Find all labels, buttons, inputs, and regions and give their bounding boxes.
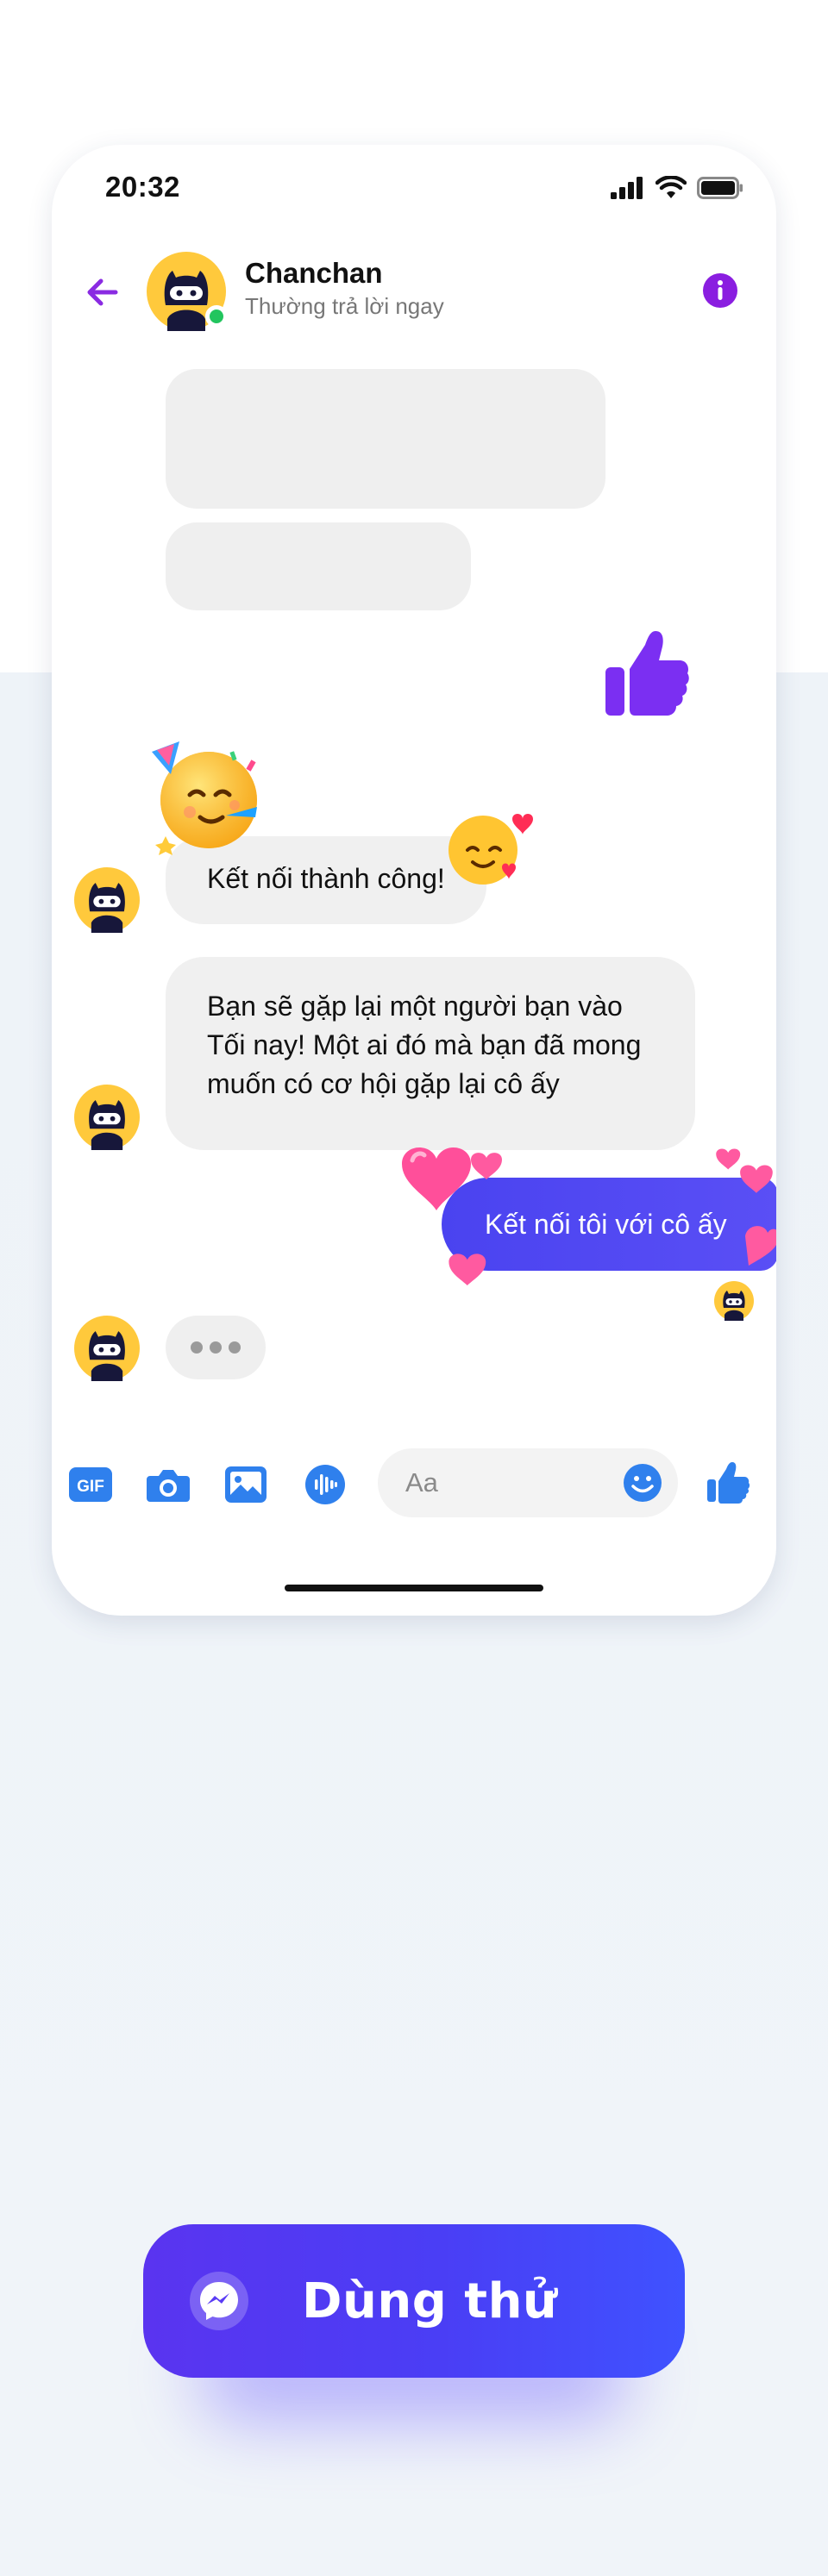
status-bar: 20:32: [52, 145, 776, 240]
wifi-icon: [656, 176, 687, 198]
message-composer: GIF: [52, 1440, 776, 1526]
status-icons: [611, 176, 743, 200]
incoming-message[interactable]: Bạn sẽ gặp lại một người bạn vào Tối nay…: [166, 957, 695, 1150]
battery-icon: [697, 177, 743, 199]
phone-frame: 20:32 Chanchan Thường trả lời ngay Kết n…: [52, 145, 776, 1616]
typing-indicator: [166, 1316, 266, 1379]
thumbs-up-icon[interactable]: [706, 1462, 752, 1504]
typing-dot: [191, 1341, 203, 1354]
home-indicator: [285, 1585, 543, 1591]
messenger-icon: [190, 2272, 248, 2330]
bot-avatar: [74, 1085, 140, 1150]
typing-dot: [210, 1341, 222, 1354]
try-now-button[interactable]: Dùng thử: [143, 2224, 685, 2378]
heart-icon: [745, 1226, 776, 1266]
cta-label: Dùng thử: [302, 2273, 558, 2329]
online-indicator: [205, 305, 228, 328]
bot-avatar: [74, 1316, 140, 1381]
smiling-hearts-emoji: [448, 814, 533, 885]
back-arrow-icon[interactable]: [78, 271, 129, 314]
message-placeholder: [166, 369, 605, 509]
thumbs-up-icon: [605, 631, 689, 716]
contact-status: Thường trả lời ngay: [245, 293, 444, 319]
image-icon[interactable]: [223, 1464, 269, 1505]
signal-icon: [611, 177, 643, 199]
chat-header: Chanchan Thường trả lời ngay: [52, 240, 776, 343]
contact-name[interactable]: Chanchan: [245, 257, 383, 290]
info-icon[interactable]: [699, 269, 742, 312]
gif-label: GIF: [77, 1478, 104, 1496]
smiley-icon[interactable]: [623, 1463, 662, 1503]
heart-icon: [740, 1165, 773, 1193]
heart-icon: [471, 1153, 502, 1179]
status-time: 20:32: [105, 171, 180, 203]
message-placeholder: [166, 522, 471, 610]
party-face-emoji: [152, 741, 257, 855]
gif-button[interactable]: GIF: [67, 1464, 114, 1505]
bot-avatar: [74, 867, 140, 933]
voice-icon[interactable]: [302, 1464, 348, 1505]
heart-icon: [448, 1254, 486, 1286]
camera-icon[interactable]: [145, 1464, 191, 1505]
read-receipt-avatar: [714, 1281, 754, 1321]
outgoing-message[interactable]: Kết nối tôi với cô ấy: [442, 1178, 776, 1271]
typing-dot: [229, 1341, 241, 1354]
